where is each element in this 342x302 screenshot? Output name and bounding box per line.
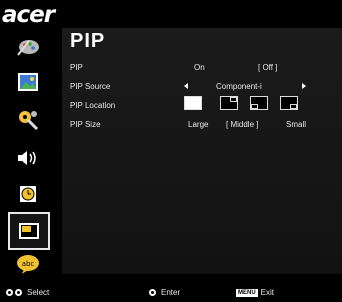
location-bottom-right-icon[interactable] bbox=[280, 96, 298, 110]
exit-label: Exit bbox=[260, 288, 275, 297]
footer-select: Select bbox=[6, 288, 49, 297]
acer-logo: acer bbox=[2, 2, 55, 28]
pip-size-label: PIP Size bbox=[70, 120, 101, 129]
footer-hints: Select Enter MENU Exit bbox=[0, 282, 342, 302]
enter-icon bbox=[149, 289, 156, 296]
select-up-icon bbox=[6, 289, 13, 296]
pip-icon[interactable] bbox=[8, 212, 50, 250]
pip-menu-panel: PIP PIP On [ Off ] PIP Source Component-… bbox=[62, 28, 342, 274]
select-down-icon bbox=[15, 289, 22, 296]
pip-source-label: PIP Source bbox=[70, 82, 111, 91]
page-title: PIP bbox=[70, 30, 106, 52]
speaker-icon[interactable] bbox=[14, 144, 42, 172]
select-label: Select bbox=[27, 288, 50, 297]
pip-row[interactable]: PIP On [ Off ] bbox=[70, 62, 340, 76]
sidebar: abc bbox=[0, 28, 62, 274]
arrow-right-icon[interactable] bbox=[302, 83, 306, 89]
pip-label: PIP bbox=[70, 63, 83, 72]
footer-enter: Enter bbox=[149, 288, 180, 297]
pip-on-option[interactable]: On bbox=[194, 63, 205, 72]
footer-exit: MENU Exit bbox=[236, 288, 274, 297]
pip-location-label: PIP Location bbox=[70, 101, 116, 110]
enter-label: Enter bbox=[161, 288, 181, 297]
image-icon[interactable] bbox=[14, 68, 42, 96]
timer-icon[interactable] bbox=[14, 180, 42, 208]
location-top-right-icon[interactable] bbox=[220, 96, 238, 110]
settings-wrench-icon[interactable] bbox=[14, 106, 42, 134]
location-top-left-icon[interactable] bbox=[184, 96, 202, 110]
language-icon[interactable]: abc bbox=[14, 250, 42, 278]
svg-text:abc: abc bbox=[22, 260, 35, 268]
color-palette-icon[interactable] bbox=[14, 32, 42, 60]
size-large-option[interactable]: Large bbox=[188, 120, 208, 129]
location-bottom-left-icon[interactable] bbox=[250, 96, 268, 110]
pip-location-row[interactable]: PIP Location bbox=[70, 96, 340, 118]
pip-source-row[interactable]: PIP Source Component-i bbox=[70, 81, 340, 95]
arrow-left-icon[interactable] bbox=[184, 83, 188, 89]
size-middle-option[interactable]: [ Middle ] bbox=[226, 120, 258, 129]
size-small-option[interactable]: Small bbox=[286, 120, 306, 129]
pip-source-value: Component-i bbox=[216, 82, 262, 91]
pip-off-option[interactable]: [ Off ] bbox=[258, 63, 277, 72]
menu-key-icon: MENU bbox=[236, 288, 258, 297]
pip-size-row[interactable]: PIP Size Large [ Middle ] Small bbox=[70, 119, 340, 133]
